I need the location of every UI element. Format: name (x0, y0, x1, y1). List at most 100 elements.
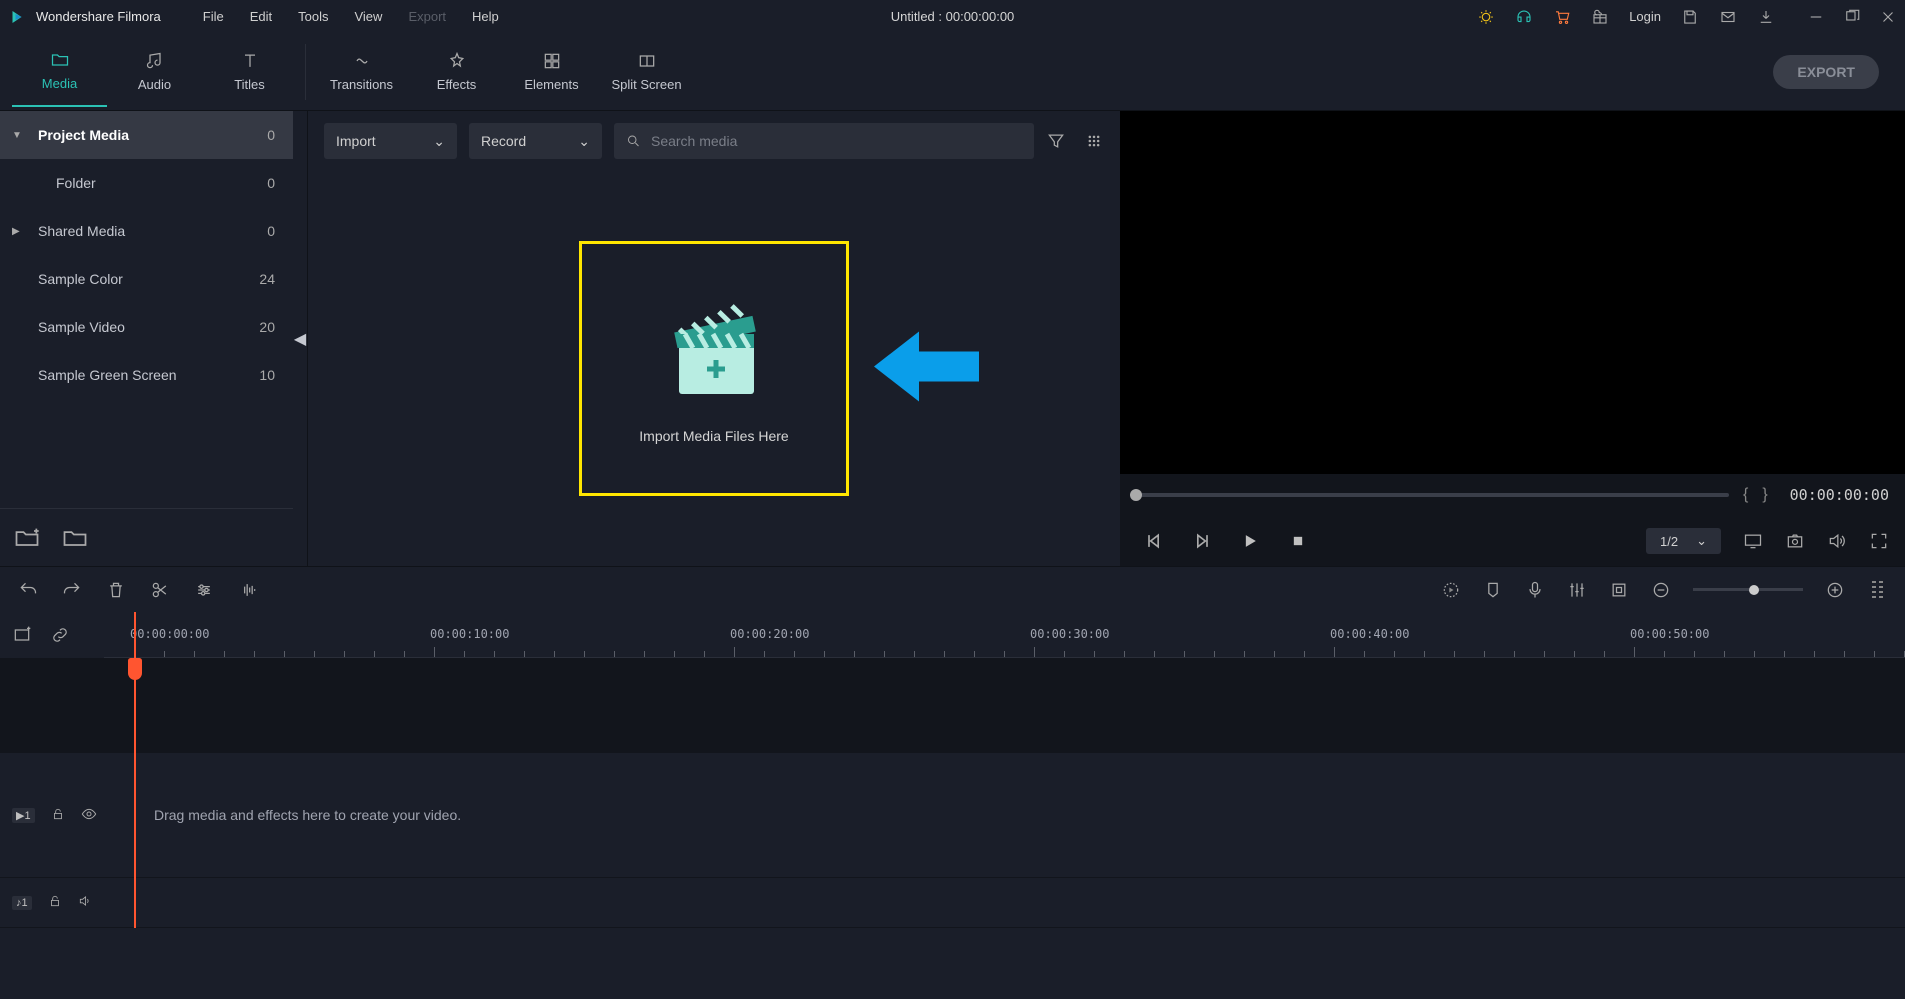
display-settings-icon[interactable] (1743, 531, 1763, 551)
divider (305, 44, 306, 100)
window-maximize[interactable] (1843, 8, 1861, 26)
play-button[interactable] (1240, 531, 1260, 551)
save-icon[interactable] (1681, 8, 1699, 26)
filter-icon[interactable] (1046, 131, 1066, 151)
sidebar-item-shared-media[interactable]: ▶ Shared Media 0 (0, 207, 293, 255)
preview-panel: { } 00:00:00:00 1/2 ⌄ (1120, 111, 1905, 566)
tips-icon[interactable] (1477, 8, 1495, 26)
lock-icon[interactable] (48, 894, 62, 911)
menu-file[interactable]: File (191, 4, 236, 29)
search-input[interactable] (651, 133, 1022, 149)
preview-canvas[interactable] (1120, 111, 1905, 474)
undo-button[interactable] (18, 580, 38, 600)
menu-export: Export (396, 4, 458, 29)
document-title: Untitled : 00:00:00:00 (891, 9, 1015, 24)
login-button[interactable]: Login (1629, 9, 1661, 24)
sidebar-item-folder[interactable]: Folder 0 (0, 159, 293, 207)
record-dropdown[interactable]: Record ⌄ (469, 123, 602, 159)
annotation-arrow-icon (869, 326, 979, 411)
main-tabs: Media Audio Titles Transitions Effects E… (0, 33, 1905, 111)
app-logo (8, 8, 26, 26)
mark-out-button[interactable]: } (1762, 486, 1767, 504)
next-frame-button[interactable] (1192, 531, 1212, 551)
track-drop-hint: Drag media and effects here to create yo… (104, 753, 1905, 877)
chevron-down-icon: ▼ (12, 130, 28, 141)
gift-icon[interactable] (1591, 8, 1609, 26)
crop-icon[interactable] (1609, 580, 1629, 600)
search-icon (626, 133, 641, 149)
chevron-down-icon: ⌄ (433, 133, 445, 150)
menu-edit[interactable]: Edit (238, 4, 284, 29)
cart-icon[interactable] (1553, 8, 1571, 26)
download-icon[interactable] (1757, 8, 1775, 26)
mark-in-button[interactable]: { (1743, 486, 1748, 504)
clapperboard-icon (659, 294, 769, 404)
preview-scrubber[interactable] (1136, 493, 1729, 497)
titlebar: Wondershare Filmora File Edit Tools View… (0, 0, 1905, 33)
message-icon[interactable] (1719, 8, 1737, 26)
sidebar-item-sample-video[interactable]: Sample Video 20 (0, 303, 293, 351)
sidebar-item-sample-color[interactable]: Sample Color 24 (0, 255, 293, 303)
tab-media[interactable]: Media (12, 37, 107, 107)
sidebar-item-project-media[interactable]: ▼ Project Media 0 (0, 111, 293, 159)
audio-edit-icon[interactable] (238, 580, 258, 600)
preview-scale-select[interactable]: 1/2 ⌄ (1646, 528, 1721, 554)
import-dropdown[interactable]: Import ⌄ (324, 123, 457, 159)
snapshot-icon[interactable] (1785, 531, 1805, 551)
split-button[interactable] (150, 580, 170, 600)
mixer-icon[interactable] (1567, 580, 1587, 600)
import-drop-zone[interactable]: Import Media Files Here (579, 241, 849, 496)
video-track[interactable]: ▶1 Drag media and effects here to create… (0, 753, 1905, 878)
menu-tools[interactable]: Tools (286, 4, 340, 29)
sidebar-item-sample-green-screen[interactable]: Sample Green Screen 10 (0, 351, 293, 399)
window-close[interactable] (1879, 8, 1897, 26)
tab-elements[interactable]: Elements (504, 37, 599, 107)
timeline: 00:00:00:0000:00:10:0000:00:20:0000:00:3… (0, 612, 1905, 928)
volume-icon[interactable] (1827, 531, 1847, 551)
support-icon[interactable] (1515, 8, 1533, 26)
menubar: File Edit Tools View Export Help (191, 4, 511, 29)
tab-titles[interactable]: Titles (202, 37, 297, 107)
stop-button[interactable] (1288, 531, 1308, 551)
tab-splitscreen[interactable]: Split Screen (599, 37, 694, 107)
search-box[interactable] (614, 123, 1034, 159)
zoom-slider[interactable] (1693, 588, 1803, 591)
new-folder-plus-icon[interactable] (12, 523, 42, 553)
link-icon[interactable] (50, 625, 70, 645)
add-track-icon[interactable] (12, 625, 32, 645)
voiceover-icon[interactable] (1525, 580, 1545, 600)
fullscreen-icon[interactable] (1869, 531, 1889, 551)
video-track-badge: ▶1 (12, 808, 35, 823)
drop-zone-label: Import Media Files Here (639, 428, 788, 444)
prev-frame-button[interactable] (1144, 531, 1164, 551)
audio-track[interactable]: ♪1 (0, 878, 1905, 928)
speaker-icon[interactable] (78, 894, 92, 911)
track-spacer (0, 658, 1905, 753)
window-minimize[interactable] (1807, 8, 1825, 26)
timeline-ruler[interactable]: 00:00:00:0000:00:10:0000:00:20:0000:00:3… (104, 612, 1905, 658)
zoom-out-button[interactable] (1651, 580, 1671, 600)
lock-icon[interactable] (51, 807, 65, 824)
eye-icon[interactable] (81, 806, 97, 825)
delete-button[interactable] (106, 580, 126, 600)
tab-audio[interactable]: Audio (107, 37, 202, 107)
media-panel: Import ⌄ Record ⌄ (307, 111, 1120, 566)
tab-transitions[interactable]: Transitions (314, 37, 409, 107)
marker-icon[interactable] (1483, 580, 1503, 600)
timeline-options-icon[interactable] (1867, 580, 1887, 600)
grid-view-icon[interactable] (1084, 131, 1104, 151)
menu-help[interactable]: Help (460, 4, 511, 29)
chevron-down-icon: ⌄ (578, 133, 590, 150)
sidebar-collapse-handle[interactable]: ◀ (293, 111, 307, 566)
settings-icon[interactable] (194, 580, 214, 600)
playhead[interactable] (134, 612, 136, 928)
folder-icon[interactable] (60, 523, 90, 553)
tab-effects[interactable]: Effects (409, 37, 504, 107)
sidebar: ▼ Project Media 0 Folder 0 ▶ Shared Medi… (0, 111, 293, 566)
menu-view[interactable]: View (342, 4, 394, 29)
export-button[interactable]: EXPORT (1773, 55, 1879, 89)
redo-button[interactable] (62, 580, 82, 600)
zoom-in-button[interactable] (1825, 580, 1845, 600)
render-icon[interactable] (1441, 580, 1461, 600)
audio-track-badge: ♪1 (12, 896, 32, 910)
